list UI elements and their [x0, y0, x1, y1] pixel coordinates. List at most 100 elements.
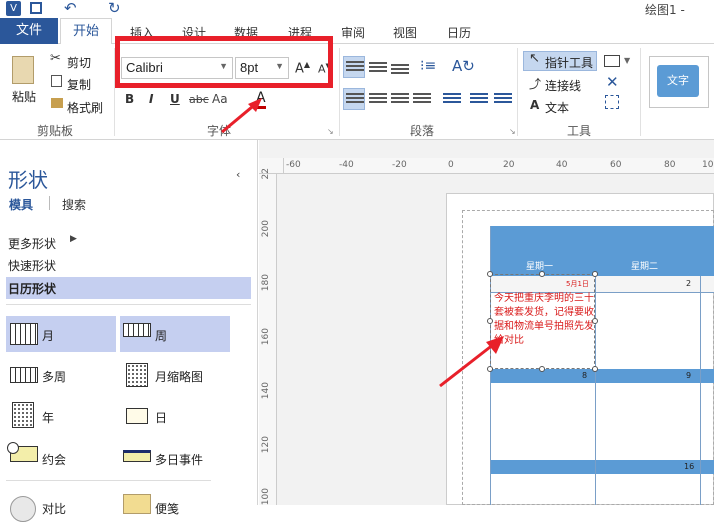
shape-partial-label-2[interactable]: 便笺: [155, 500, 179, 517]
strikethrough-button[interactable]: abc: [189, 93, 209, 106]
tab-calendar[interactable]: 日历: [447, 24, 471, 41]
separator: [640, 48, 641, 136]
paste-icon[interactable]: [12, 56, 34, 84]
note-shape-icon[interactable]: [123, 494, 151, 514]
resize-handle[interactable]: [539, 366, 545, 372]
hruler-tick: 60: [610, 160, 622, 170]
resize-handle[interactable]: [592, 366, 598, 372]
year-shape-icon[interactable]: [12, 402, 34, 428]
vruler-tick: 120: [261, 436, 271, 454]
close-icon[interactable]: ✕: [606, 73, 619, 91]
bullets-icon[interactable]: ⁝≡: [420, 58, 436, 74]
calendar-day-monday: 星期一: [526, 262, 554, 272]
paste-button[interactable]: 粘贴: [12, 88, 36, 105]
align-middle-icon[interactable]: [369, 62, 387, 76]
quick-shapes-link[interactable]: 快速形状: [8, 257, 56, 274]
text-tool-icon[interactable]: A: [530, 98, 539, 112]
format-painter-button[interactable]: 格式刷: [67, 99, 103, 116]
cut-button[interactable]: 剪切: [67, 54, 91, 71]
calendar-cell-number: 2: [686, 279, 692, 288]
shape-multi-day-label[interactable]: 多日事件: [155, 451, 203, 468]
annotation-arrow-icon: [221, 98, 262, 134]
shape-month-label: 月: [42, 329, 55, 343]
more-shapes-link[interactable]: 更多形状: [8, 235, 56, 252]
text-direction-icon[interactable]: A↻: [452, 57, 475, 75]
text-tool-label[interactable]: 文本: [545, 99, 569, 116]
clipboard-group-label: 剪贴板: [37, 124, 74, 138]
shape-appointment-label[interactable]: 约会: [42, 451, 66, 468]
paragraph-group-label: 段落: [410, 124, 435, 138]
resize-handle[interactable]: [592, 318, 598, 324]
chevron-down-icon[interactable]: ▼: [624, 56, 630, 65]
undo-icon[interactable]: ↶: [64, 0, 77, 17]
multi-day-event-shape-icon[interactable]: [123, 450, 151, 462]
copy-button[interactable]: 复制: [67, 76, 91, 93]
style-gallery-item[interactable]: 文字: [657, 65, 699, 97]
clock-icon: [7, 442, 19, 454]
calendar-grid-line: [700, 276, 701, 505]
dialog-launcher-icon[interactable]: ↘: [509, 127, 516, 136]
annotation-arrow-icon: [439, 336, 504, 388]
tab-search[interactable]: 搜索: [62, 196, 86, 213]
shape-partial-label-1[interactable]: 对比: [42, 500, 66, 517]
save-icon[interactable]: [30, 2, 42, 14]
divider: [6, 480, 211, 481]
shape-multi-week-label[interactable]: 多周: [42, 368, 66, 385]
copy-icon[interactable]: [51, 75, 62, 87]
paragraph-spacing-icon[interactable]: [494, 93, 512, 107]
shape-day-label[interactable]: 日: [155, 409, 167, 426]
collapse-icon[interactable]: ‹: [236, 168, 240, 181]
resize-handle[interactable]: [487, 318, 493, 324]
shapes-pane: 形状 ‹ 模具 搜索 更多形状 ▶ 快速形状 日历形状 月 周 多周 月缩略图 …: [0, 140, 258, 522]
dialog-launcher-icon[interactable]: ↘: [327, 127, 334, 136]
vruler-tick: 180: [261, 274, 271, 292]
connector-label[interactable]: 连接线: [545, 77, 581, 94]
day-shape-icon[interactable]: [126, 408, 148, 424]
hruler-tick: 20: [503, 160, 515, 170]
horizontal-ruler: -60 -40 -20 0 20 40 60 80 10: [284, 158, 714, 174]
scissors-icon[interactable]: ✂: [50, 51, 61, 66]
resize-handle[interactable]: [487, 271, 493, 277]
week-shape-icon: [123, 323, 151, 337]
calendar-cell-number: 9: [686, 371, 692, 380]
hruler-tick: 10: [702, 160, 714, 170]
align-left-icon: [346, 93, 364, 107]
format-painter-icon[interactable]: [51, 98, 63, 108]
resize-handle[interactable]: [592, 271, 598, 277]
connection-point-icon[interactable]: [605, 95, 619, 109]
multi-week-shape-icon[interactable]: [10, 367, 38, 383]
calendar-week-bar: [490, 369, 714, 383]
decrease-indent-icon[interactable]: [443, 93, 461, 107]
underline-button[interactable]: U: [170, 92, 180, 106]
calendar-cell-number: 16: [684, 462, 695, 471]
vruler-tick: 22: [261, 168, 271, 180]
tab-review[interactable]: 审阅: [341, 24, 365, 41]
align-bottom-icon[interactable]: [391, 64, 409, 78]
align-right-icon[interactable]: [391, 93, 409, 107]
vruler-tick: 100: [261, 488, 271, 506]
pointer-icon: ↖: [529, 51, 540, 66]
tab-stencils[interactable]: 模具: [9, 196, 33, 213]
tab-home[interactable]: 开始: [60, 18, 112, 45]
shape-month-thumb-label[interactable]: 月缩略图: [155, 368, 203, 385]
partial-shape-icon[interactable]: [10, 496, 36, 522]
tab-view[interactable]: 视图: [393, 24, 417, 41]
shape-week-label: 周: [155, 329, 168, 343]
increase-indent-icon[interactable]: [470, 93, 488, 107]
title-bar: V ↶ ↻ 绘图1 - Visic: [0, 0, 714, 32]
calendar-shapes-label: 日历形状: [8, 282, 57, 296]
resize-handle[interactable]: [539, 271, 545, 277]
align-center-icon[interactable]: [369, 93, 387, 107]
calendar-cell-number: 8: [582, 371, 588, 380]
tab-file[interactable]: 文件: [0, 18, 58, 44]
justify-icon[interactable]: [413, 93, 431, 107]
tools-group-label: 工具: [567, 124, 592, 138]
month-thumb-shape-icon[interactable]: [126, 363, 148, 387]
redo-icon[interactable]: ↻: [108, 0, 121, 17]
connector-icon[interactable]: ⤴: [529, 75, 541, 92]
vruler-tick: 160: [261, 328, 271, 346]
shape-year-label[interactable]: 年: [42, 409, 54, 426]
rectangle-icon[interactable]: [604, 55, 620, 67]
bold-button[interactable]: B: [125, 92, 134, 106]
italic-button[interactable]: I: [149, 92, 153, 106]
